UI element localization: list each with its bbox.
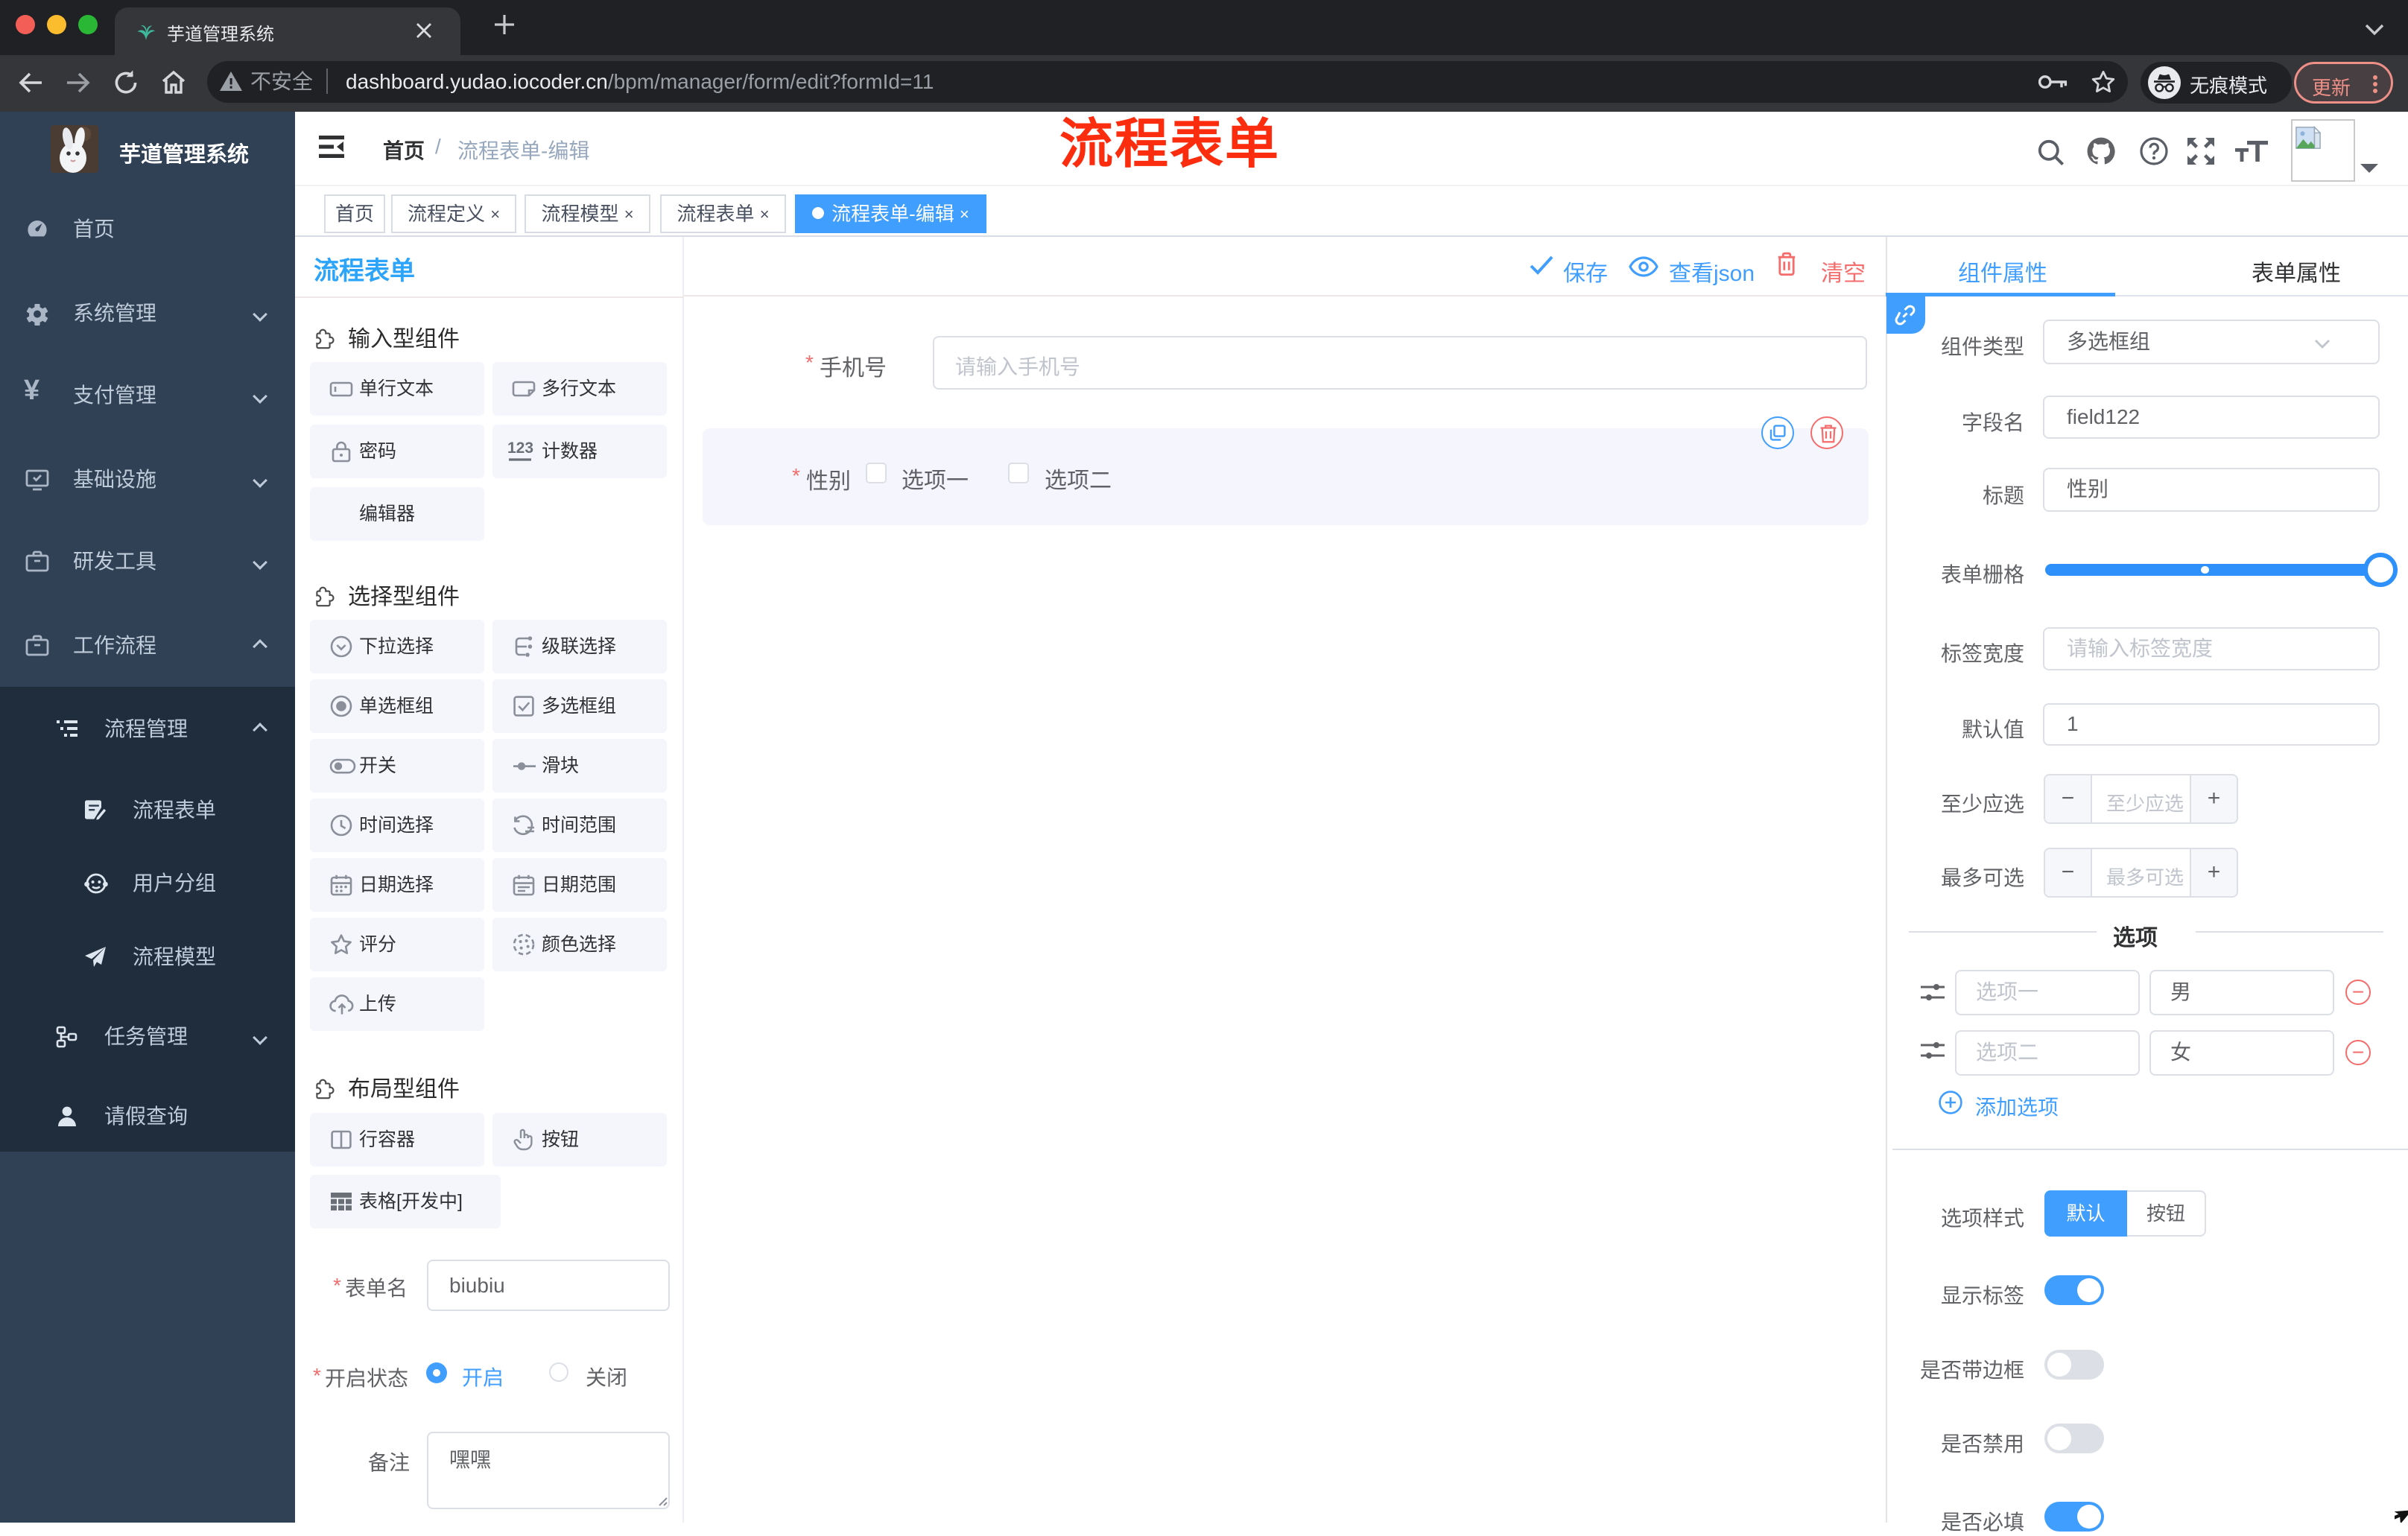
svg-text:123: 123 xyxy=(507,439,533,457)
